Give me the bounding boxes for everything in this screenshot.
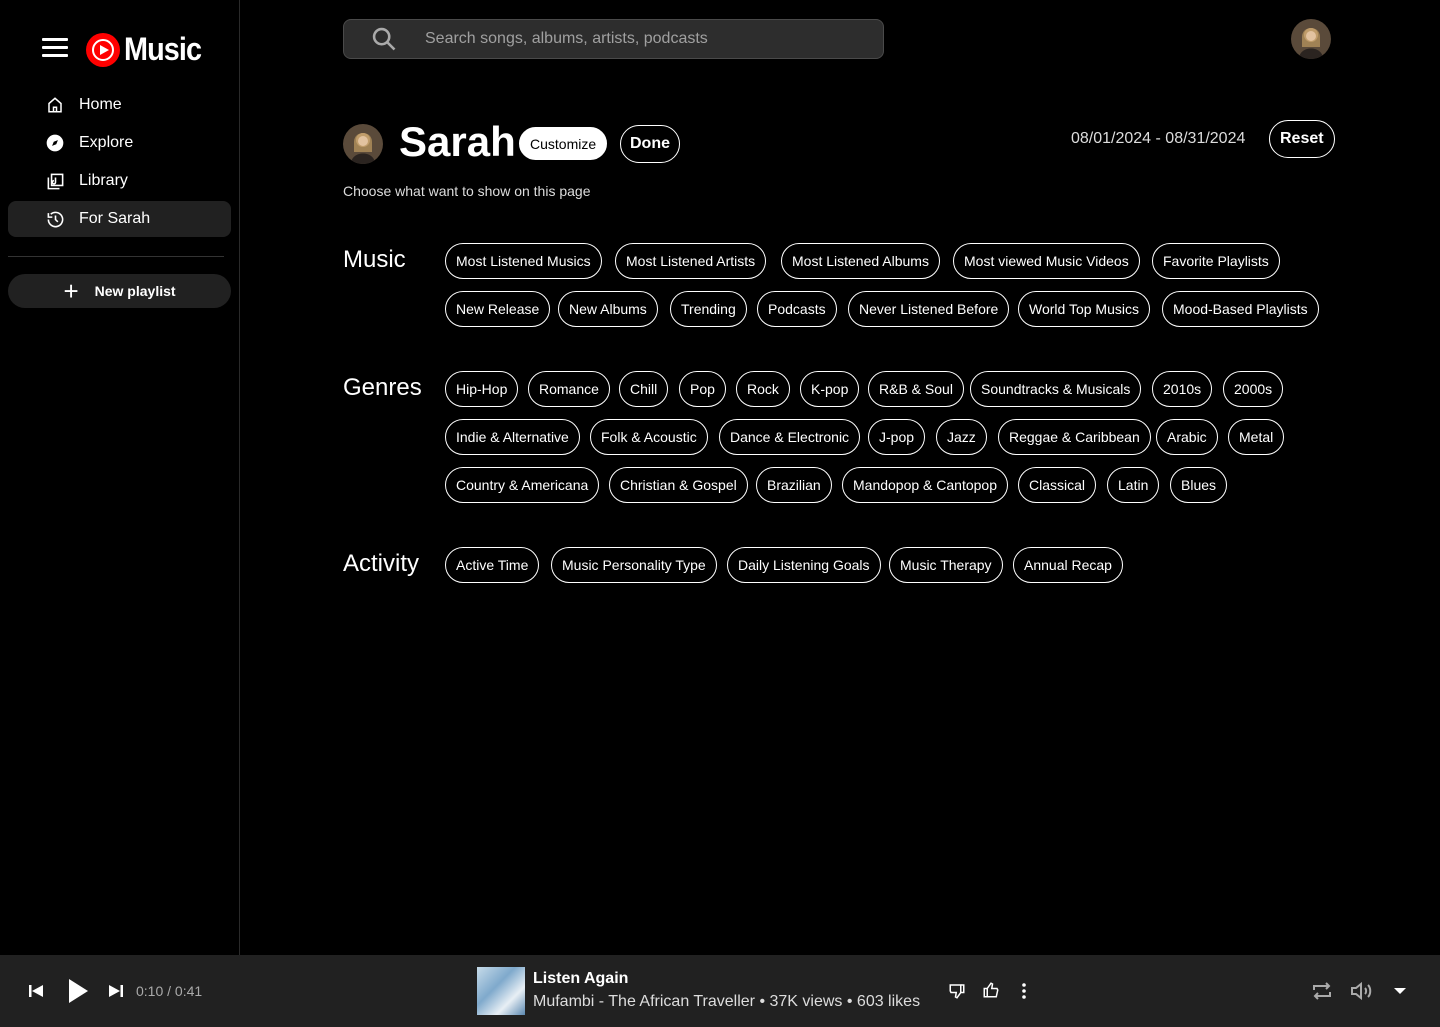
chip-2010s[interactable]: 2010s <box>1152 371 1213 407</box>
volume-icon[interactable] <box>1347 977 1375 1005</box>
chip-blues[interactable]: Blues <box>1170 467 1228 503</box>
chip-dance-electronic[interactable]: Dance & Electronic <box>719 419 861 455</box>
chip-active-time[interactable]: Active Time <box>445 547 540 583</box>
player-bar: 0:10 / 0:41 Listen Again Mufambi - The A… <box>0 955 1440 1027</box>
chip-soundtracks-musicals[interactable]: Soundtracks & Musicals <box>970 371 1142 407</box>
chip-podcasts[interactable]: Podcasts <box>757 291 837 327</box>
section-title-genres: Genres <box>343 374 422 401</box>
chip-christian-gospel[interactable]: Christian & Gospel <box>609 467 748 503</box>
chip-mood-based-playlists[interactable]: Mood-Based Playlists <box>1162 291 1319 327</box>
play-icon[interactable] <box>64 977 92 1005</box>
chip-latin[interactable]: Latin <box>1107 467 1160 503</box>
previous-icon[interactable] <box>26 981 46 1001</box>
chip-folk-acoustic[interactable]: Folk & Acoustic <box>590 419 708 455</box>
sidebar-divider <box>8 256 224 257</box>
sidebar-item-label: For Sarah <box>79 210 151 227</box>
track-meta[interactable]: Mufambi - The African Traveller • 37K vi… <box>533 993 920 1011</box>
chip-world-top-musics[interactable]: World Top Musics <box>1018 291 1150 327</box>
sidebar-item-for-sarah[interactable]: For Sarah <box>8 201 231 237</box>
dislike-icon[interactable] <box>946 980 968 1002</box>
customize-button[interactable]: Customize <box>519 127 608 160</box>
chip-music-personality-type[interactable]: Music Personality Type <box>551 547 717 583</box>
album-art[interactable] <box>477 967 525 1015</box>
sidebar-item-explore[interactable]: Explore <box>8 125 231 161</box>
menu-icon[interactable] <box>42 38 68 58</box>
chip-reggae-caribbean[interactable]: Reggae & Caribbean <box>998 419 1151 455</box>
logo[interactable]: Music <box>86 31 210 68</box>
chip-jazz[interactable]: Jazz <box>936 419 987 455</box>
sidebar-nav: Home Explore Library For Sarah <box>8 87 231 239</box>
search-icon[interactable] <box>370 25 398 53</box>
chip-mandopop-cantopop[interactable]: Mandopop & Cantopop <box>842 467 1008 503</box>
sidebar-item-library[interactable]: Library <box>8 163 231 199</box>
chip-annual-recap[interactable]: Annual Recap <box>1013 547 1123 583</box>
chip-most-listened-artists[interactable]: Most Listened Artists <box>615 243 767 279</box>
history-icon <box>45 209 65 229</box>
chip-hip-hop[interactable]: Hip-Hop <box>445 371 519 407</box>
more-options-icon[interactable] <box>1014 980 1034 1002</box>
home-icon <box>45 95 65 115</box>
chip-arabic[interactable]: Arabic <box>1156 419 1218 455</box>
chip-2000s[interactable]: 2000s <box>1223 371 1284 407</box>
section-title-activity: Activity <box>343 550 420 577</box>
date-range[interactable]: 08/01/2024 - 08/31/2024 <box>1071 130 1245 148</box>
expand-player-icon[interactable] <box>1388 981 1412 1001</box>
chip-music-therapy[interactable]: Music Therapy <box>889 547 1003 583</box>
track-title[interactable]: Listen Again <box>533 970 628 988</box>
reset-button[interactable]: Reset <box>1269 120 1335 158</box>
repeat-icon[interactable] <box>1308 977 1336 1005</box>
chip-rock[interactable]: Rock <box>736 371 790 407</box>
sidebar: Music Home Explore Library For Sarah + N… <box>0 0 240 955</box>
avatar[interactable] <box>1291 19 1331 59</box>
done-button[interactable]: Done <box>620 125 680 163</box>
section-title-music: Music <box>343 246 406 273</box>
page-subtitle: Choose what want to show on this page <box>343 183 591 199</box>
sidebar-item-label: Explore <box>79 134 134 151</box>
chip-new-albums[interactable]: New Albums <box>558 291 658 327</box>
chip-never-listened-before[interactable]: Never Listened Before <box>848 291 1010 327</box>
chip-favorite-playlists[interactable]: Favorite Playlists <box>1152 243 1280 279</box>
sidebar-item-label: Home <box>79 96 122 113</box>
plus-icon: + <box>63 276 79 306</box>
library-icon <box>45 171 65 191</box>
chip-country-americana[interactable]: Country & Americana <box>445 467 600 503</box>
chip-most-listened-musics[interactable]: Most Listened Musics <box>445 243 602 279</box>
compass-icon <box>45 133 65 153</box>
playback-time: 0:10 / 0:41 <box>136 983 203 999</box>
chip-metal[interactable]: Metal <box>1228 419 1285 455</box>
chip-indie-alternative[interactable]: Indie & Alternative <box>445 419 580 455</box>
sidebar-item-label: Library <box>79 172 128 189</box>
chip-rnb-soul[interactable]: R&B & Soul <box>868 371 964 407</box>
chip-romance[interactable]: Romance <box>528 371 610 407</box>
logo-text: Music <box>124 31 202 67</box>
chip-most-listened-albums[interactable]: Most Listened Albums <box>781 243 940 279</box>
new-playlist-button[interactable]: + New playlist <box>8 274 231 308</box>
chip-classical[interactable]: Classical <box>1018 467 1097 503</box>
chip-pop[interactable]: Pop <box>679 371 726 407</box>
search-bar[interactable] <box>343 19 884 59</box>
chip-j-pop[interactable]: J-pop <box>868 419 926 455</box>
sidebar-item-home[interactable]: Home <box>8 87 231 123</box>
new-playlist-label: New playlist <box>94 283 176 299</box>
like-icon[interactable] <box>980 979 1002 1001</box>
chip-brazilian[interactable]: Brazilian <box>756 467 832 503</box>
profile-avatar <box>343 124 383 164</box>
logo-play-icon <box>86 32 120 67</box>
next-icon[interactable] <box>106 981 126 1001</box>
page-title: Sarah <box>399 118 516 165</box>
search-input[interactable] <box>425 30 883 48</box>
chip-chill[interactable]: Chill <box>619 371 669 407</box>
chip-most-viewed-music-videos[interactable]: Most viewed Music Videos <box>953 243 1140 279</box>
chip-trending[interactable]: Trending <box>670 291 747 327</box>
chip-new-release[interactable]: New Release <box>445 291 551 327</box>
chip-k-pop[interactable]: K-pop <box>800 371 860 407</box>
chip-daily-listening-goals[interactable]: Daily Listening Goals <box>727 547 881 583</box>
